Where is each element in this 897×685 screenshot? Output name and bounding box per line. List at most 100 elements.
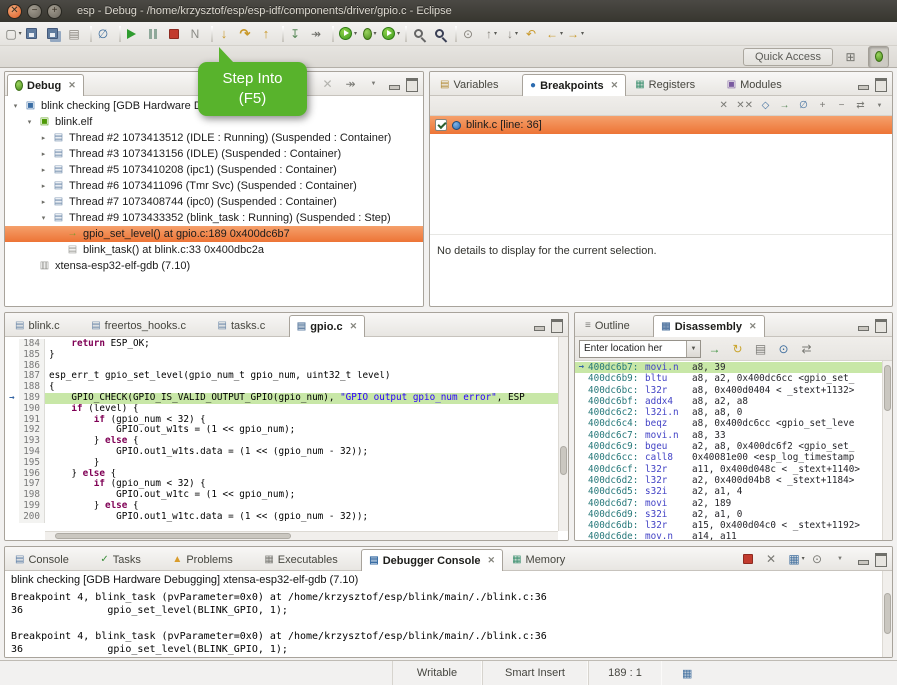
view-tab[interactable]: ▤ Console ✕ [7, 548, 91, 570]
tab-close-icon[interactable]: ✕ [68, 80, 76, 91]
tree-item-thread[interactable]: ▾ ▤ Thread #9 1073433352 (blink_task : R… [5, 210, 423, 226]
expand-arrow-icon[interactable]: ▸ [39, 150, 48, 158]
view-menu-icon[interactable]: ▼ ▾ [832, 548, 853, 570]
tree-item-thread[interactable]: ▸ ▤ Thread #2 1073413512 (IDLE : Running… [5, 130, 423, 146]
tree-item-thread[interactable]: ▸ ▤ Thread #7 1073408744 (ipc0) (Suspend… [5, 194, 423, 210]
tree-item-target[interactable]: ▾ ▣ blink.elf [5, 114, 423, 130]
view-tab[interactable]: ▦ Registers ✕ [627, 73, 717, 95]
disassembly-line[interactable]: → 400dc6bc: l32r a8, 0x400d0404 < _stext… [575, 385, 882, 396]
location-combo[interactable]: Enter location her ▼ [579, 340, 701, 358]
tree-item-thread[interactable]: ▸ ▤ Thread #5 1073410208 (ipc1) (Suspend… [5, 162, 423, 178]
expand-arrow-icon[interactable]: ▾ [39, 214, 48, 222]
collapse-all-button[interactable]: − [833, 98, 850, 114]
remove-breakpoint-button[interactable]: ✕ [715, 98, 732, 114]
view-tab[interactable]: ▤ Variables ✕ [432, 73, 521, 95]
disassembly-line[interactable]: → 400dc6b7: movi.n a8, 39 [575, 362, 882, 373]
disassembly-line[interactable]: → 400dc6c2: l32i.n a8, a8, 0 [575, 407, 882, 418]
suspend-button[interactable]: ▾ [145, 23, 166, 45]
expand-arrow-icon[interactable]: ▸ [39, 134, 48, 142]
window-minimize-button[interactable]: − [27, 4, 42, 19]
view-tab[interactable]: ≡ Outline ✕ [577, 314, 652, 336]
view-tab[interactable]: ▤ Debugger Console ✕ [361, 549, 503, 571]
instruction-stepping-button[interactable]: ↠ ▾ [308, 23, 329, 45]
resume-button[interactable]: ▾ [124, 23, 145, 45]
expand-arrow-icon[interactable]: ▾ [25, 118, 34, 126]
print-button[interactable]: ▤ ▾ [66, 23, 87, 45]
editor-tab[interactable]: ▤ freertos_hooks.c ✕ [83, 314, 208, 336]
step-into-button[interactable]: ↓ ▾ [216, 23, 237, 45]
view-tab[interactable]: ▦ Disassembly ✕ [653, 315, 764, 337]
new-wizard-button[interactable]: ▢ ▾ [3, 23, 24, 45]
disassembly-line[interactable]: → 400dc6bf: addx4 a8, a2, a8 [575, 396, 882, 407]
editor-tab[interactable]: ▤ gpio.c ✕ [289, 315, 365, 337]
scrollbar-thumb[interactable] [560, 446, 567, 475]
disassembly-line[interactable]: → 400dc6cc: call8 0x40081e00 <esp_log_ti… [575, 452, 882, 463]
display-selected-console-button[interactable]: ▦ ▾ [786, 548, 807, 570]
remove-terminated-button[interactable]: ✕ [317, 73, 338, 95]
search-button[interactable]: ▾ [431, 23, 452, 45]
skip-all-breakpoints-button[interactable]: ∅ ▾ [95, 23, 116, 45]
sync-selection-button[interactable]: ⇄ [796, 338, 817, 360]
forward-button[interactable]: → ▾ [565, 23, 586, 45]
disassembly-line[interactable]: → 400dc6c4: beqz a8, 0x400dc6cc <gpio_se… [575, 418, 882, 429]
editor-tab[interactable]: ▤ blink.c ✕ [7, 314, 82, 336]
next-annotation-button[interactable]: ↓ ▾ [502, 23, 523, 45]
editor-vertical-scrollbar[interactable] [558, 337, 568, 531]
console-scrollbar[interactable] [882, 571, 892, 657]
expand-all-button[interactable]: + [814, 98, 831, 114]
editor-horizontal-scrollbar[interactable] [45, 531, 558, 540]
minimize-button[interactable] [532, 317, 547, 332]
scrollbar-thumb[interactable] [884, 593, 891, 634]
minimize-button[interactable] [856, 76, 871, 91]
tab-close-icon[interactable]: ✕ [488, 555, 496, 566]
expand-arrow-icon[interactable]: ▸ [39, 166, 48, 174]
disassembly-line[interactable]: → 400dc6de: mov.n a14, a11 [575, 531, 882, 540]
go-to-pc-button[interactable]: → [704, 338, 725, 360]
breakpoint-row[interactable]: blink.c [line: 36] [430, 116, 892, 134]
instruction-stepping-toggle[interactable]: ↠ [340, 73, 361, 95]
pin-editor-button[interactable]: ⊙ ▾ [460, 23, 481, 45]
remove-all-breakpoints-button[interactable]: ✕✕ [734, 98, 755, 114]
console-content[interactable]: blink checking [GDB Hardware Debugging] … [5, 571, 892, 657]
maximize-button[interactable] [873, 551, 888, 566]
save-all-button[interactable]: ▾ [45, 23, 66, 45]
quick-access-button[interactable]: Quick Access [743, 48, 833, 66]
window-maximize-button[interactable]: + [47, 4, 62, 19]
disassembly-line[interactable]: → 400dc6d7: movi a2, 189 [575, 498, 882, 509]
expand-arrow-icon[interactable]: ▾ [11, 102, 20, 110]
track-expression-button[interactable]: ⊙ [773, 338, 794, 360]
save-button[interactable]: ▾ [24, 23, 45, 45]
disassembly-line[interactable]: → 400dc6d5: s32i a2, a1, 4 [575, 486, 882, 497]
minimize-button[interactable] [856, 317, 871, 332]
last-edit-location-button[interactable]: ↶ ▾ [523, 23, 544, 45]
show-supported-breakpoints-button[interactable]: ◇ [757, 98, 774, 114]
disassembly-content[interactable]: → 400dc6b7: movi.n a8, 39 → 400dc6b9: bl… [575, 361, 892, 540]
view-menu-icon[interactable]: ▼ [363, 73, 384, 95]
disassembly-line[interactable]: → 400dc6d2: l32r a2, 0x400d04b8 < _stext… [575, 475, 882, 486]
tab-close-icon[interactable]: ✕ [749, 321, 757, 332]
tree-item-stack-frame[interactable]: ▤ blink_task() at blink.c:33 0x400dbc2a [5, 242, 423, 258]
disassembly-scrollbar[interactable] [882, 361, 892, 540]
breakpoint-checkbox[interactable] [435, 119, 447, 131]
view-tab[interactable]: ▦ Executables ✕ [256, 548, 360, 570]
scrollbar-thumb[interactable] [884, 365, 891, 412]
debug-perspective-button[interactable] [868, 46, 889, 68]
tab-close-icon[interactable]: ✕ [350, 321, 358, 332]
show-source-button[interactable]: ▤ [750, 338, 771, 360]
minimize-button[interactable] [856, 551, 871, 566]
run-button[interactable]: ▾ [337, 23, 359, 45]
external-tools-button[interactable]: ▾ [380, 23, 402, 45]
maximize-button[interactable] [873, 76, 888, 91]
disassembly-line[interactable]: → 400dc6cf: l32r a11, 0x400d048c < _stex… [575, 464, 882, 475]
tree-item-thread[interactable]: ▸ ▤ Thread #6 1073411096 (Tmr Svc) (Susp… [5, 178, 423, 194]
maximize-button[interactable] [404, 76, 419, 91]
tree-item-thread[interactable]: ▸ ▤ Thread #3 1073413156 (IDLE) (Suspend… [5, 146, 423, 162]
pin-console-button[interactable]: ⊙ ▾ [809, 548, 830, 570]
terminate-button[interactable]: ▾ [166, 23, 187, 45]
disconnect-button[interactable]: N ▾ [187, 23, 208, 45]
view-tab[interactable]: ▲ Problems ✕ [164, 548, 255, 570]
disassembly-line[interactable]: → 400dc6b9: bltu a8, a2, 0x400dc6cc <gpi… [575, 373, 882, 384]
disassembly-line[interactable]: → 400dc6db: l32r a15, 0x400d04c0 < _stex… [575, 520, 882, 531]
debug-button[interactable]: ▾ [359, 23, 380, 45]
view-menu-icon[interactable]: ▼ [871, 98, 888, 114]
